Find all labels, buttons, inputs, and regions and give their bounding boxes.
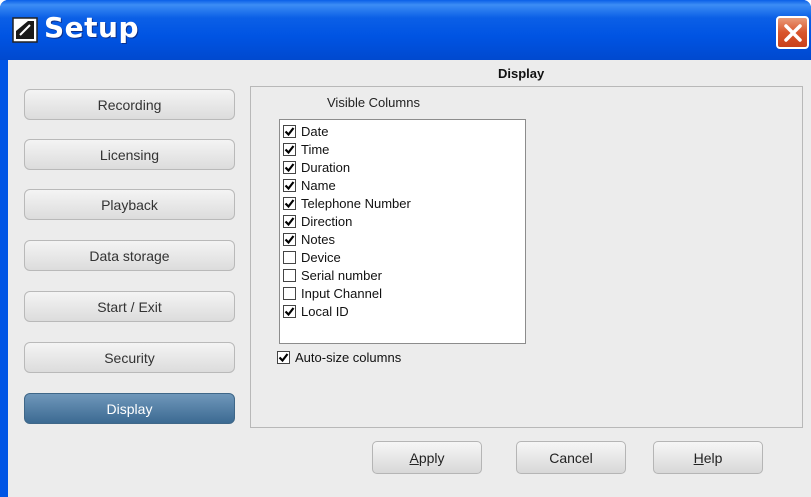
checkmark-icon [284, 306, 295, 316]
list-item[interactable]: Name [283, 176, 336, 194]
help-label: elp [703, 449, 723, 466]
setup-window: Setup Recording Licensing Playback Data … [0, 0, 811, 497]
list-item[interactable]: Duration [283, 158, 350, 176]
display-settings-panel: Visible Columns Date Time Duration Name [250, 86, 803, 428]
setup-app-icon [12, 17, 38, 43]
checkmark-icon [284, 144, 295, 154]
checkbox[interactable] [283, 178, 296, 192]
checkbox[interactable] [283, 142, 296, 156]
checkbox[interactable] [283, 250, 296, 264]
column-label: Name [301, 177, 336, 193]
checkmark-icon [284, 126, 295, 136]
list-item[interactable]: Telephone Number [283, 194, 411, 212]
checkbox[interactable] [283, 214, 296, 228]
checkbox[interactable] [283, 196, 296, 210]
auto-size-label: Auto-size columns [295, 350, 402, 365]
checkmark-icon [284, 162, 295, 172]
title-bar[interactable]: Setup [0, 0, 811, 60]
dialog-client-area: Recording Licensing Playback Data storag… [8, 60, 811, 497]
list-item[interactable]: Notes [283, 230, 335, 248]
apply-mnemonic: A [409, 449, 419, 466]
column-label: Input Channel [301, 285, 382, 301]
column-label: Notes [301, 231, 335, 247]
window-title: Setup [44, 11, 140, 44]
column-label: Direction [301, 213, 353, 229]
nav-start-exit-button[interactable]: Start / Exit [24, 291, 235, 322]
nav-recording-button[interactable]: Recording [24, 89, 235, 120]
close-icon [783, 23, 802, 42]
nav-display-button[interactable]: Display [24, 393, 235, 424]
checkbox[interactable] [283, 268, 296, 282]
column-label: Date [301, 123, 329, 139]
list-item[interactable]: Local ID [283, 302, 349, 320]
column-label: Duration [301, 159, 351, 175]
column-label: Time [301, 141, 330, 157]
checkbox[interactable] [283, 160, 296, 174]
section-title: Display [498, 66, 545, 81]
checkbox[interactable] [283, 232, 296, 246]
list-item[interactable]: Time [283, 140, 329, 158]
column-label: Device [301, 249, 341, 265]
checkmark-icon [284, 198, 295, 208]
nav-security-button[interactable]: Security [24, 342, 235, 373]
column-label: Local ID [301, 303, 349, 319]
checkmark-icon [284, 234, 295, 244]
nav-licensing-button[interactable]: Licensing [24, 139, 235, 170]
help-mnemonic: H [693, 449, 704, 466]
apply-label: pply [418, 449, 445, 466]
list-item[interactable]: Input Channel [283, 284, 382, 302]
cancel-button[interactable]: Cancel [516, 441, 626, 474]
apply-button[interactable]: Apply [372, 441, 482, 474]
checkbox[interactable] [283, 304, 296, 318]
list-item[interactable]: Date [283, 122, 328, 140]
checkmark-icon [284, 180, 295, 190]
nav-playback-button[interactable]: Playback [24, 189, 235, 220]
checkbox[interactable] [277, 351, 290, 364]
checkbox[interactable] [283, 286, 296, 300]
close-button[interactable] [776, 16, 809, 49]
visible-columns-list[interactable]: Date Time Duration Name Telephone Number [279, 119, 526, 344]
checkmark-icon [278, 353, 289, 363]
checkbox[interactable] [283, 124, 296, 138]
visible-columns-label: Visible Columns [327, 95, 420, 110]
help-button[interactable]: Help [653, 441, 763, 474]
column-label: Serial number [301, 267, 382, 283]
auto-size-columns-checkbox[interactable]: Auto-size columns [277, 350, 401, 365]
list-item[interactable]: Direction [283, 212, 352, 230]
checkmark-icon [284, 216, 295, 226]
list-item[interactable]: Device [283, 248, 341, 266]
nav-data-storage-button[interactable]: Data storage [24, 240, 235, 271]
list-item[interactable]: Serial number [283, 266, 382, 284]
column-label: Telephone Number [301, 195, 411, 211]
